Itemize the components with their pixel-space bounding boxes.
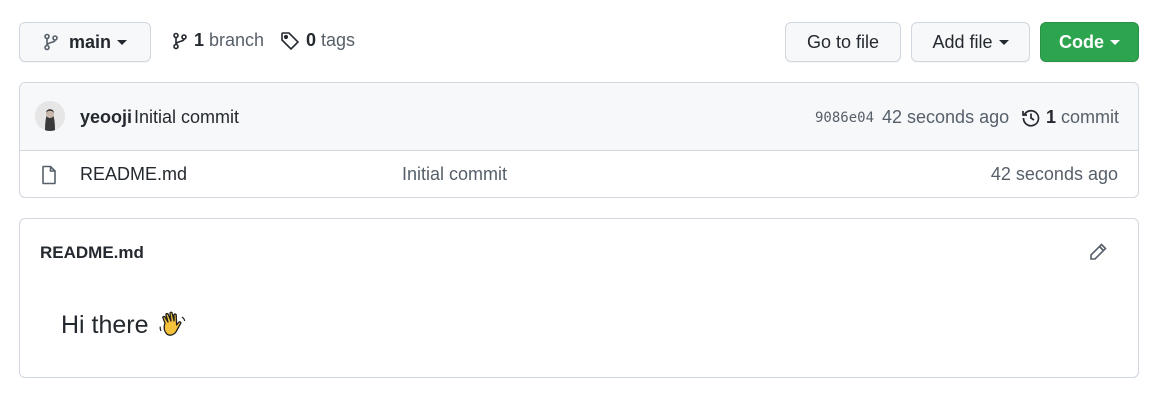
avatar[interactable] bbox=[35, 101, 65, 131]
history-icon bbox=[1022, 109, 1040, 127]
avatar-image bbox=[35, 101, 65, 131]
file-list: yeooji Initial commit 9086e04 42 seconds… bbox=[19, 82, 1139, 198]
file-name-link[interactable]: README.md bbox=[80, 164, 187, 185]
branch-name: main bbox=[68, 31, 111, 52]
go-to-file-label: Go to file bbox=[806, 31, 880, 52]
commit-history-link[interactable]: 1 commit bbox=[1021, 107, 1119, 128]
readme-heading: Hi there bbox=[61, 309, 189, 341]
commit-message[interactable]: Initial commit bbox=[134, 107, 239, 128]
add-file-label: Add file bbox=[932, 31, 993, 52]
commit-word: commit bbox=[1061, 107, 1120, 127]
code-button[interactable]: Code bbox=[1040, 22, 1139, 62]
branch-selector-button[interactable]: main bbox=[19, 22, 151, 62]
commit-sha[interactable]: 9086e04 bbox=[815, 110, 874, 126]
git-branch-icon bbox=[173, 32, 187, 49]
edit-readme-button[interactable] bbox=[1088, 242, 1108, 267]
code-label: Code bbox=[1059, 31, 1104, 52]
pencil-icon bbox=[1090, 243, 1107, 260]
table-row[interactable]: README.md Initial commit 42 seconds ago bbox=[20, 151, 1138, 197]
add-file-button[interactable]: Add file bbox=[911, 22, 1030, 62]
tag-word: tags bbox=[321, 30, 356, 50]
commit-author[interactable]: yeooji bbox=[80, 107, 132, 128]
branch-word: branch bbox=[209, 30, 265, 50]
tags-link[interactable]: 0 tags bbox=[280, 30, 355, 51]
file-commit-message[interactable]: Initial commit bbox=[402, 164, 507, 185]
waving-hand-icon bbox=[159, 311, 185, 336]
chevron-down-icon bbox=[117, 39, 127, 45]
commit-count: 1 bbox=[1046, 107, 1057, 127]
file-commit-time: 42 seconds ago bbox=[990, 164, 1118, 184]
chevron-down-icon bbox=[1110, 39, 1120, 45]
commit-time: 42 seconds ago bbox=[882, 107, 1010, 127]
chevron-down-icon bbox=[998, 39, 1009, 45]
branches-link[interactable]: 1 branch bbox=[172, 30, 264, 51]
latest-commit-bar: yeooji Initial commit 9086e04 42 seconds… bbox=[20, 83, 1138, 151]
go-to-file-button[interactable]: Go to file bbox=[785, 22, 901, 62]
file-icon bbox=[42, 165, 56, 185]
git-branch-icon bbox=[44, 33, 58, 51]
branch-count: 1 bbox=[194, 30, 205, 50]
readme-title[interactable]: README.md bbox=[40, 243, 144, 263]
readme-panel: README.md Hi there bbox=[19, 218, 1139, 378]
tag-count: 0 bbox=[306, 30, 317, 50]
tag-icon bbox=[281, 31, 300, 50]
readme-heading-text: Hi there bbox=[61, 310, 149, 339]
